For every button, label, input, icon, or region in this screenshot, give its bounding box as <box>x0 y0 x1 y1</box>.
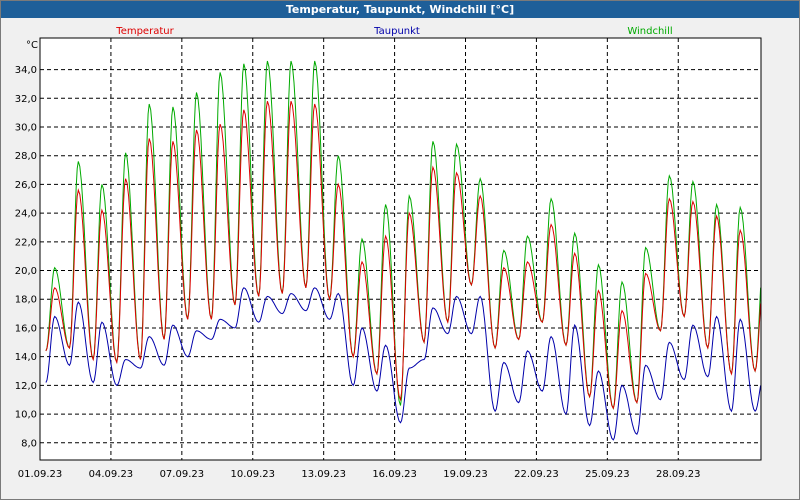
x-axis-tick-labels: 01.09.23 04.09.23 07.09.23 10.09.23 13.09.23… <box>18 469 701 480</box>
y-tick-label: 34,0 <box>15 65 37 76</box>
legend-item: Taupunkt <box>373 26 420 37</box>
y-tick-label: 22,0 <box>15 237 37 248</box>
y-tick-label: 16,0 <box>15 323 37 334</box>
y-tick-label: 26,0 <box>15 180 37 191</box>
legend: Temperatur Taupunkt Windchill <box>115 26 672 37</box>
x-tick-label: 04.09.23 <box>89 469 134 480</box>
y-tick-label: 8,0 <box>21 438 37 449</box>
x-tick-label: 01.09.23 <box>18 469 63 480</box>
y-tick-label: 24,0 <box>15 209 37 220</box>
x-tick-label: 19.09.23 <box>443 469 488 480</box>
x-tick-label: 10.09.23 <box>230 469 275 480</box>
y-axis-unit-label: °C <box>26 40 38 51</box>
x-tick-label: 25.09.23 <box>585 469 630 480</box>
y-tick-label: 32,0 <box>15 94 37 105</box>
y-tick-label: 20,0 <box>15 266 37 277</box>
x-tick-label: 22.09.23 <box>514 469 559 480</box>
y-tick-label: 28,0 <box>15 151 37 162</box>
y-tick-label: 30,0 <box>15 122 37 133</box>
line-chart: 8,0 10,0 12,0 14,0 16,0 18,0 20,0 22,0 24,0 26,0 2… <box>15 26 762 480</box>
y-tick-label: 14,0 <box>15 352 37 363</box>
x-tick-label: 13.09.23 <box>301 469 346 480</box>
legend-item: Temperatur <box>115 26 174 37</box>
x-tick-label: 28.09.23 <box>656 469 701 480</box>
x-tick-label: 16.09.23 <box>372 469 417 480</box>
x-tick-label: 07.09.23 <box>160 469 205 480</box>
y-tick-label: 18,0 <box>15 295 37 306</box>
y-tick-label: 10,0 <box>15 410 37 421</box>
y-axis-tick-labels: 8,0 10,0 12,0 14,0 16,0 18,0 20,0 22,0 24,0 26,0 2… <box>15 65 37 449</box>
y-tick-label: 12,0 <box>15 381 37 392</box>
legend-item: Windchill <box>627 26 672 37</box>
